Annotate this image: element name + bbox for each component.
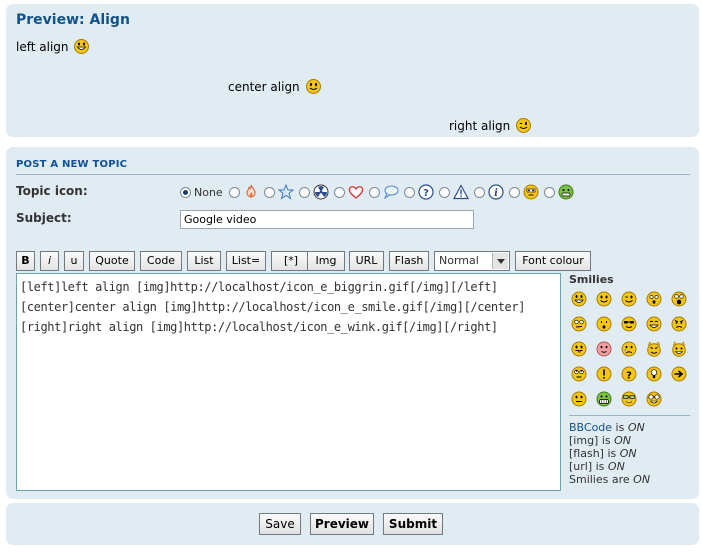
img-status: [img] is ON bbox=[569, 434, 632, 447]
twisted-smiley-icon[interactable] bbox=[671, 341, 687, 357]
mad-smiley-icon[interactable] bbox=[671, 316, 687, 332]
url-button[interactable]: URL bbox=[349, 251, 384, 271]
topic-icon-heart-radio[interactable] bbox=[333, 186, 345, 198]
submit-panel: Save Preview Submit bbox=[6, 503, 699, 545]
topic-icon-grin-radio[interactable] bbox=[543, 186, 555, 198]
arrow-smiley-icon[interactable] bbox=[671, 366, 687, 382]
star-icon[interactable] bbox=[277, 184, 294, 200]
bbcode-link[interactable]: BBCode bbox=[569, 421, 612, 434]
topic-icon-question-radio[interactable] bbox=[403, 186, 415, 198]
question-smiley-icon[interactable]: ? bbox=[621, 366, 637, 382]
post-title-divider bbox=[16, 174, 690, 175]
flash-button[interactable]: Flash bbox=[389, 251, 429, 271]
wink-smiley-icon[interactable] bbox=[621, 291, 637, 307]
bold-button[interactable]: B bbox=[16, 251, 35, 271]
italic-button[interactable]: i bbox=[40, 251, 59, 271]
topic-icon-smiley-radio[interactable] bbox=[508, 186, 520, 198]
smile-smiley-icon[interactable] bbox=[596, 291, 612, 307]
svg-text:?: ? bbox=[423, 188, 429, 199]
topic-icon-options: None ? i bbox=[180, 181, 579, 203]
topic-icon-none-label: None bbox=[194, 185, 223, 199]
smilies-status: Smilies are ON bbox=[569, 473, 651, 486]
img-button[interactable]: Img bbox=[307, 251, 345, 271]
preview-center-text: center align bbox=[228, 80, 300, 94]
cool-smiley-icon[interactable] bbox=[596, 316, 612, 332]
info-icon[interactable]: i bbox=[488, 184, 504, 200]
ugeek-smiley-icon[interactable] bbox=[646, 391, 662, 407]
topic-icon-fire-radio[interactable] bbox=[228, 186, 240, 198]
confused-smiley-icon[interactable] bbox=[571, 316, 587, 332]
exclaim-smiley-icon[interactable] bbox=[596, 366, 612, 382]
rolleyes-smiley-icon[interactable] bbox=[571, 366, 587, 382]
redface-smiley-icon[interactable] bbox=[596, 341, 612, 357]
heart-icon[interactable] bbox=[348, 184, 364, 200]
post-title: POST A NEW TOPIC bbox=[16, 159, 128, 170]
lol-smiley-icon[interactable] bbox=[646, 316, 662, 332]
biggrin-smiley-icon bbox=[74, 39, 90, 54]
list-button[interactable]: List bbox=[187, 251, 221, 271]
list-equals-button[interactable]: List= bbox=[226, 251, 266, 271]
evil-smiley-icon[interactable] bbox=[646, 341, 662, 357]
biggrin-smiley-icon[interactable] bbox=[571, 291, 587, 307]
smiley-icon[interactable] bbox=[523, 184, 539, 200]
smilies-title: Smilies bbox=[569, 273, 614, 286]
code-button[interactable]: Code bbox=[140, 251, 182, 271]
speech-bubble-icon[interactable] bbox=[383, 184, 399, 200]
svg-text:i: i bbox=[494, 188, 498, 199]
cry-smiley-icon[interactable] bbox=[621, 341, 637, 357]
font-size-value: Normal bbox=[439, 254, 479, 267]
chevron-down-icon[interactable] bbox=[492, 253, 508, 269]
topic-icon-radioactive-radio[interactable] bbox=[298, 186, 310, 198]
subject-label: Subject: bbox=[16, 211, 72, 225]
list-item-button[interactable]: [*] bbox=[271, 251, 311, 271]
topic-icon-label: Topic icon: bbox=[16, 184, 88, 198]
bbcode-status: BBCode is ON bbox=[569, 421, 645, 434]
geek-smiley-icon[interactable] bbox=[621, 391, 637, 407]
question-icon[interactable]: ? bbox=[418, 184, 434, 200]
topic-icon-info-radio[interactable] bbox=[473, 186, 485, 198]
preview-panel: Preview: Align left align center align r… bbox=[6, 4, 699, 137]
message-textarea[interactable]: [left]left align [img]http://localhost/i… bbox=[16, 273, 561, 491]
preview-right-line: right align bbox=[449, 115, 532, 133]
preview-left-text: left align bbox=[16, 40, 69, 54]
neutral-smiley-icon[interactable] bbox=[571, 391, 587, 407]
idea-smiley-icon[interactable] bbox=[646, 366, 662, 382]
font-size-select[interactable]: Normal bbox=[434, 251, 510, 271]
preview-left-line: left align bbox=[16, 36, 90, 54]
flash-status: [flash] is ON bbox=[569, 447, 637, 460]
grin-icon[interactable] bbox=[558, 184, 574, 200]
underline-button[interactable]: u bbox=[64, 251, 84, 271]
preview-button[interactable]: Preview bbox=[310, 513, 374, 535]
post-panel: POST A NEW TOPIC Topic icon: None ? i Su… bbox=[6, 147, 699, 499]
preview-right-text: right align bbox=[449, 119, 511, 133]
shock-smiley-icon[interactable] bbox=[671, 291, 687, 307]
topic-icon-speech-radio[interactable] bbox=[368, 186, 380, 198]
font-colour-button[interactable]: Font colour bbox=[515, 251, 591, 271]
warning-icon[interactable] bbox=[452, 184, 469, 200]
svg-text:?: ? bbox=[626, 370, 632, 381]
smilies-divider bbox=[569, 415, 690, 416]
radioactive-icon[interactable] bbox=[313, 184, 329, 200]
topic-icon-star-radio[interactable] bbox=[263, 186, 275, 198]
wink-smiley-icon bbox=[516, 118, 532, 133]
topic-icon-warning-radio[interactable] bbox=[438, 186, 450, 198]
smile-smiley-icon bbox=[305, 79, 321, 94]
posting-status: BBCode is ON [img] is ON [flash] is ON [… bbox=[569, 421, 650, 486]
fire-icon[interactable] bbox=[243, 184, 259, 200]
razz-smiley-icon[interactable] bbox=[571, 341, 587, 357]
mrgreen-smiley-icon[interactable] bbox=[596, 391, 612, 407]
sunglasses-smiley-icon[interactable] bbox=[621, 316, 637, 332]
subject-input[interactable] bbox=[180, 210, 474, 229]
save-button[interactable]: Save bbox=[259, 513, 301, 535]
url-status: [url] is ON bbox=[569, 460, 625, 473]
quote-button[interactable]: Quote bbox=[89, 251, 135, 271]
topic-icon-none-radio[interactable] bbox=[180, 186, 191, 198]
submit-button[interactable]: Submit bbox=[383, 513, 443, 535]
eek-smiley-icon[interactable] bbox=[646, 291, 662, 307]
preview-center-line: center align bbox=[228, 76, 321, 94]
preview-title: Preview: Align bbox=[16, 12, 130, 28]
